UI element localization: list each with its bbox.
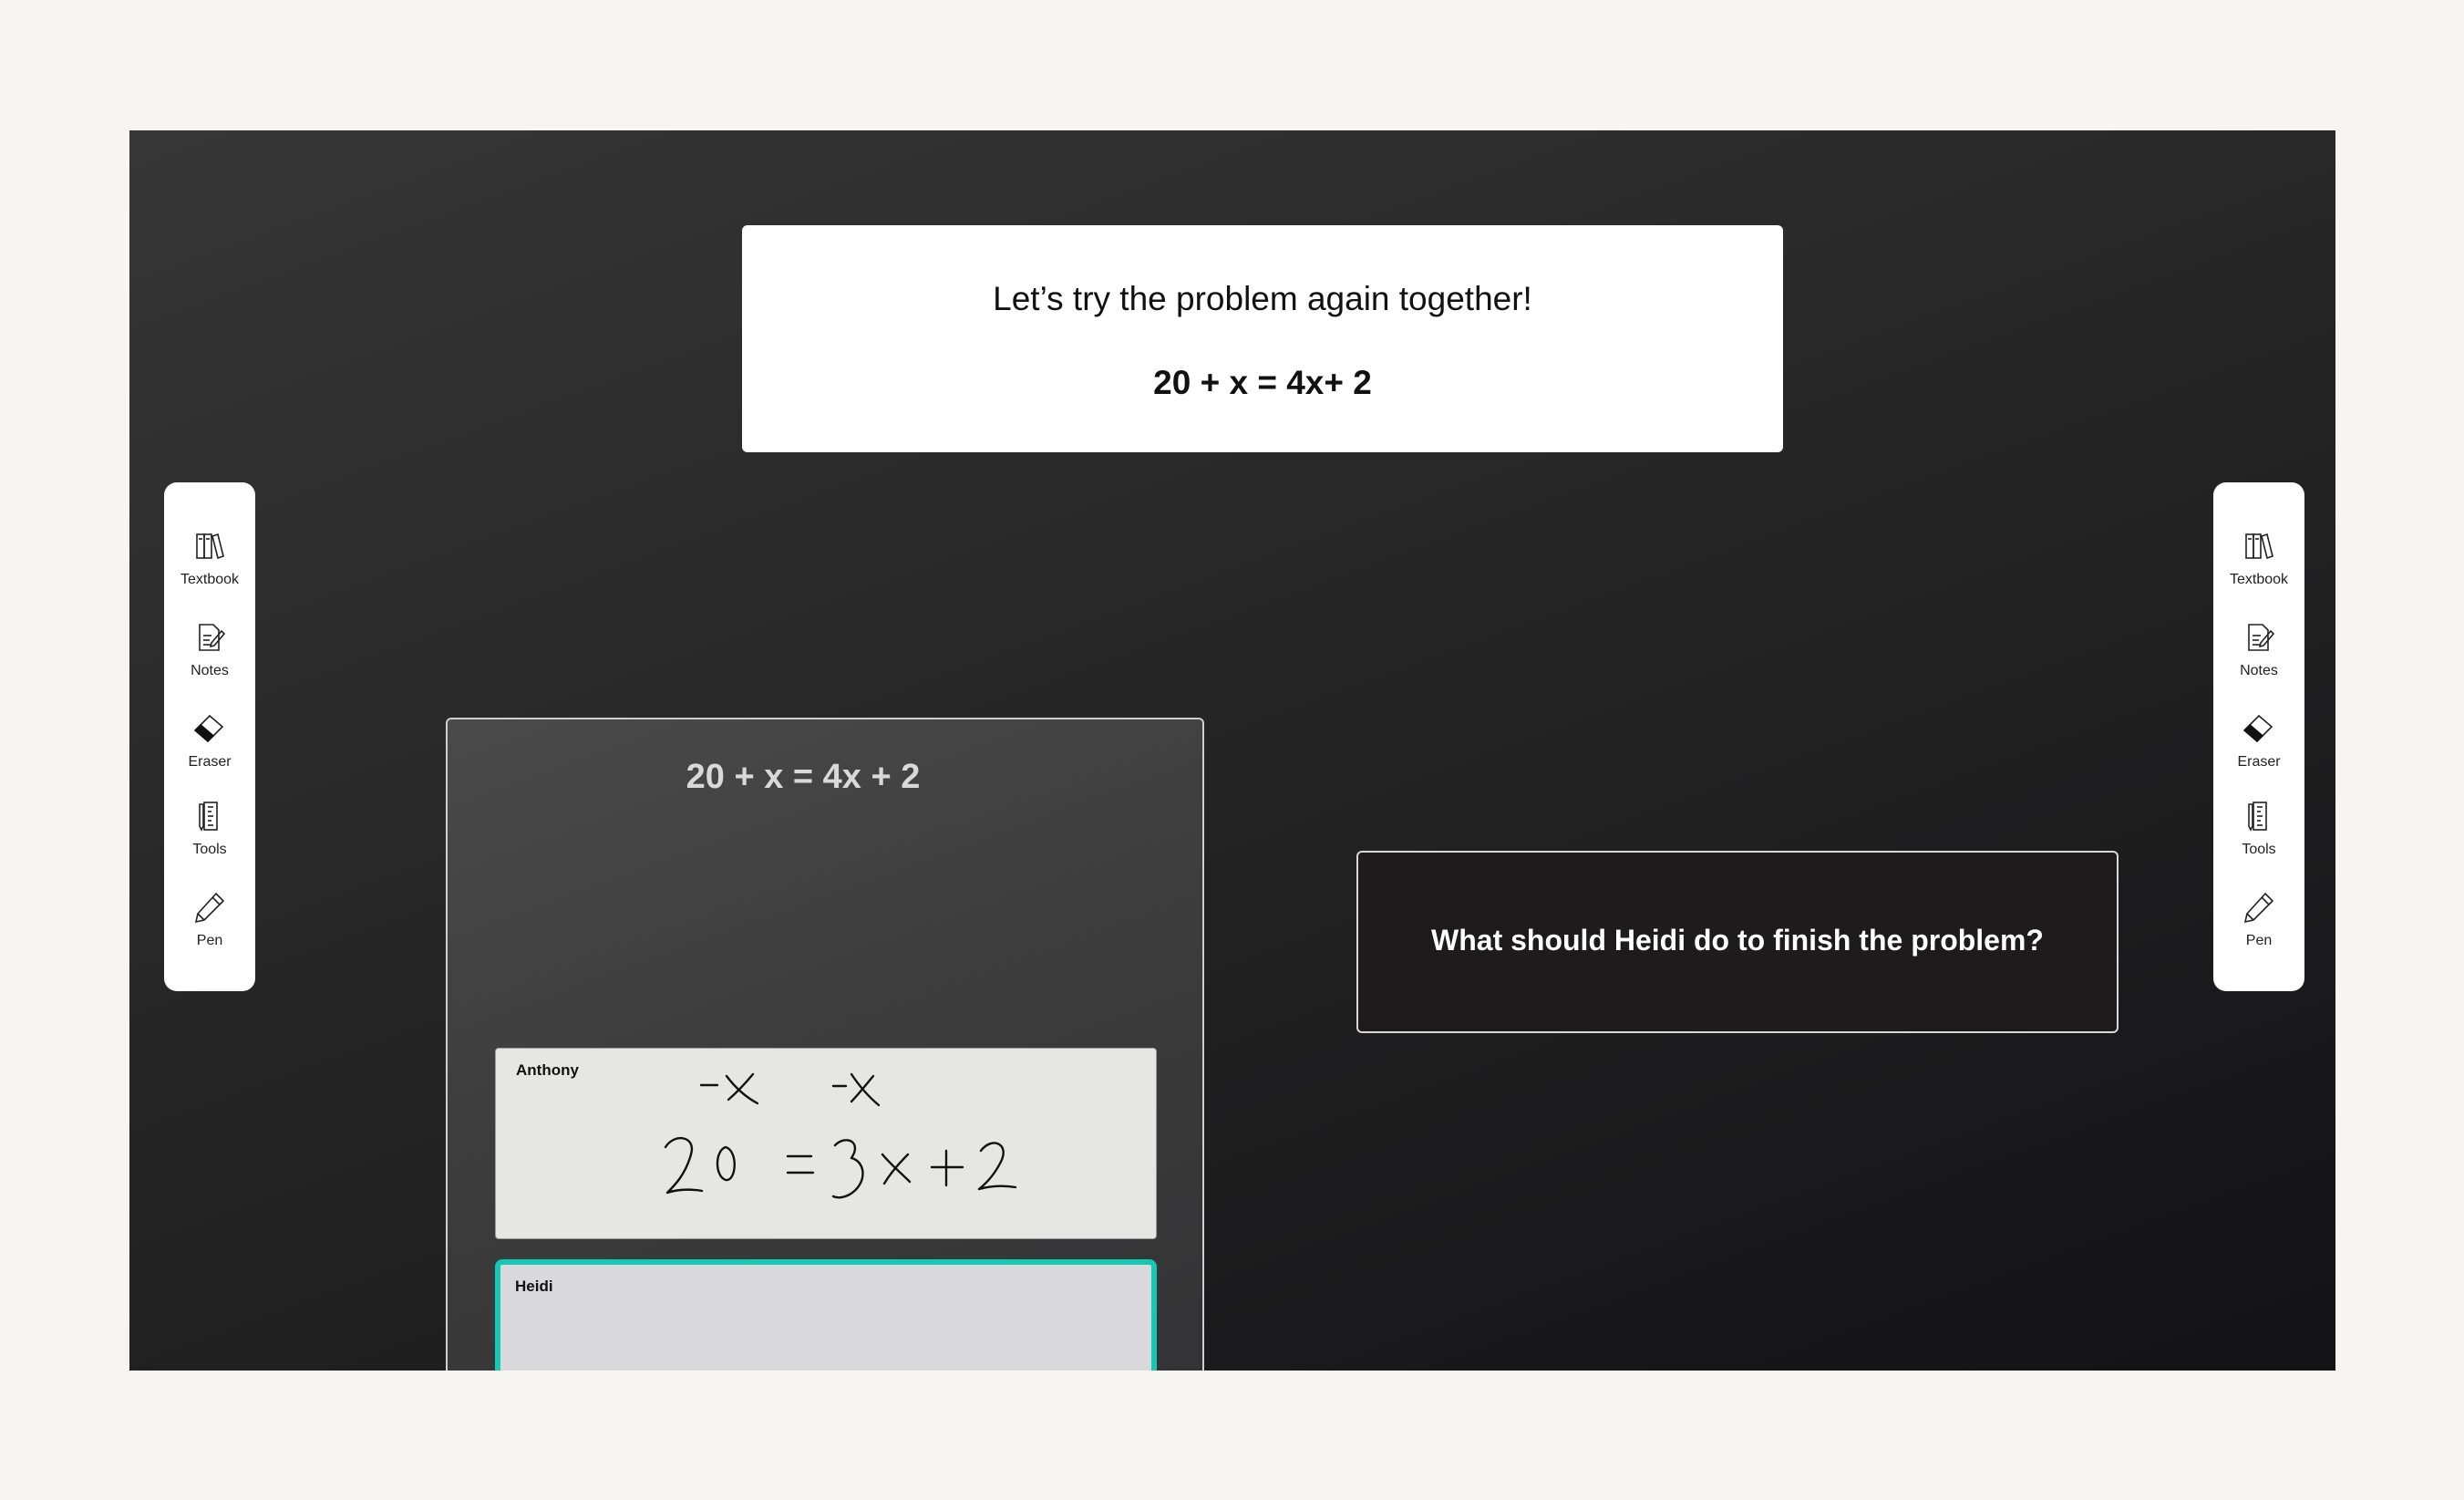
- prompt-equation: 20 + x = 4x+ 2: [1153, 364, 1372, 401]
- pen-tool-button[interactable]: Pen: [2213, 889, 2304, 949]
- prompt-card: Let’s try the problem again together! 20…: [742, 225, 1783, 452]
- ruler-icon: [199, 802, 218, 832]
- notes-label: Notes: [191, 663, 229, 678]
- ruler-icon: [2248, 802, 2267, 832]
- pen-label: Pen: [2245, 933, 2273, 948]
- pen-tool-button[interactable]: Pen: [164, 889, 255, 949]
- student-work-card-heidi[interactable]: Heidi: [495, 1259, 1157, 1371]
- eraser-icon: [2242, 714, 2273, 743]
- textbook-label: Textbook: [2229, 572, 2289, 587]
- pen-icon: [194, 892, 225, 924]
- textbook-tool-button[interactable]: Textbook: [2213, 528, 2304, 588]
- notes-tool-button[interactable]: Notes: [2213, 619, 2304, 679]
- tools-label: Tools: [192, 842, 227, 857]
- tools-label: Tools: [2242, 842, 2276, 857]
- left-toolbar: Textbook Notes Eraser Tools Pen: [164, 482, 255, 991]
- whiteboard-canvas[interactable]: Let’s try the problem again together! 20…: [129, 130, 2335, 1371]
- pen-icon: [2243, 892, 2274, 924]
- notes-tool-button[interactable]: Notes: [164, 619, 255, 679]
- eraser-tool-button[interactable]: Eraser: [164, 710, 255, 771]
- textbook-icon: [196, 533, 224, 560]
- notes-icon: [199, 624, 226, 651]
- tools-tool-button[interactable]: Tools: [2213, 798, 2304, 858]
- right-toolbar: Textbook Notes Eraser Tools Pen: [2213, 482, 2304, 991]
- student-work-card-anthony[interactable]: Anthony: [495, 1048, 1157, 1239]
- shared-work-panel: 20 + x = 4x + 2 Anthony Heidi: [446, 718, 1204, 1371]
- pen-label: Pen: [196, 933, 223, 948]
- eraser-label: Eraser: [2237, 754, 2281, 770]
- question-card: What should Heidi do to finish the probl…: [1356, 851, 2119, 1033]
- textbook-icon: [2245, 533, 2273, 560]
- handwritten-work: [664, 1072, 1017, 1199]
- eraser-tool-button[interactable]: Eraser: [2213, 710, 2304, 771]
- prompt-message: Let’s try the problem again together!: [993, 280, 1532, 317]
- eraser-icon: [193, 714, 224, 743]
- notes-icon: [2248, 624, 2275, 651]
- panel-equation: 20 + x = 4x + 2: [686, 758, 921, 796]
- textbook-label: Textbook: [180, 572, 240, 587]
- student-name: Heidi: [515, 1278, 553, 1295]
- tools-tool-button[interactable]: Tools: [164, 798, 255, 858]
- notes-label: Notes: [2240, 663, 2278, 678]
- eraser-label: Eraser: [188, 754, 232, 770]
- question-text: What should Heidi do to finish the probl…: [1431, 924, 2044, 957]
- textbook-tool-button[interactable]: Textbook: [164, 528, 255, 588]
